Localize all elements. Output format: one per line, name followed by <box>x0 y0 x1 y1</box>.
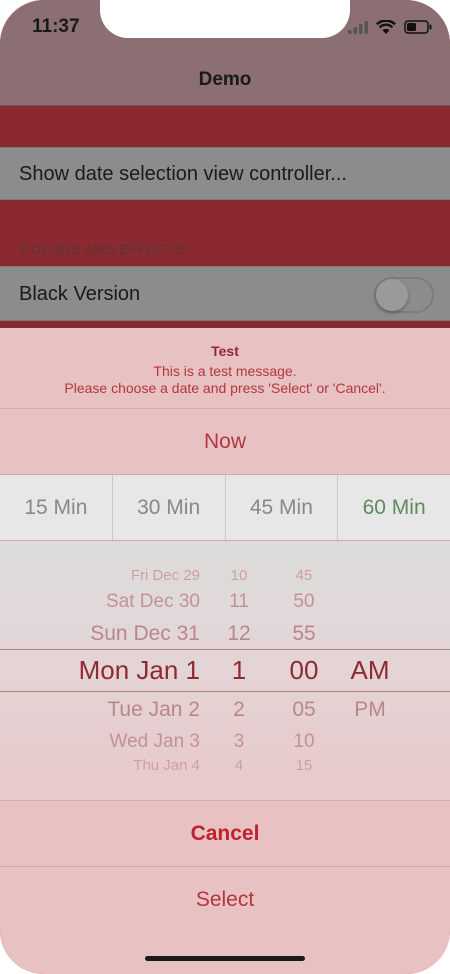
navigation-bar: Demo <box>0 56 450 106</box>
show-date-row[interactable]: Show date selection view controller... <box>0 147 450 200</box>
picker-date-item[interactable]: Thu Jan 4 <box>0 757 200 774</box>
picker-date-item[interactable]: Fri Dec 29 <box>0 567 200 584</box>
notch <box>100 0 350 38</box>
picker-minute-item[interactable]: 10 <box>274 731 334 753</box>
sheet-title: Test <box>211 343 239 359</box>
segment-30-min[interactable]: 30 Min <box>113 475 226 540</box>
show-date-label: Show date selection view controller... <box>19 163 347 185</box>
segment-15-min[interactable]: 15 Min <box>0 475 113 540</box>
picker-minute-item[interactable]: 15 <box>274 757 334 774</box>
picker-minute-item[interactable]: 45 <box>274 567 334 584</box>
picker-hour-item[interactable]: 10 <box>214 567 264 584</box>
picker-date-item[interactable]: Sat Dec 30 <box>0 591 200 613</box>
picker-minute-selected[interactable]: 00 <box>274 655 334 686</box>
black-version-label: Black Version <box>19 283 141 305</box>
picker-hour-item[interactable]: 11 <box>214 591 264 613</box>
black-version-toggle[interactable] <box>374 277 434 313</box>
picker-date-selected[interactable]: Mon Jan 1 <box>0 655 200 686</box>
sheet-message-line2: Please choose a date and press 'Select' … <box>64 380 386 396</box>
segment-60-min[interactable]: 60 Min <box>338 475 450 540</box>
segment-45-min[interactable]: 45 Min <box>226 475 339 540</box>
toggle-knob <box>376 279 408 311</box>
picker-date-item[interactable]: Tue Jan 2 <box>0 698 200 722</box>
picker-minute-item[interactable]: 55 <box>274 622 334 646</box>
home-indicator[interactable] <box>145 956 305 961</box>
now-button[interactable]: Now <box>0 410 450 474</box>
section-spacer <box>0 106 450 148</box>
date-picker[interactable]: Fri Dec 29 Sat Dec 30 Sun Dec 31 Mon Jan… <box>0 541 450 801</box>
picker-hour-item[interactable]: 3 <box>214 731 264 753</box>
battery-icon <box>404 20 432 34</box>
picker-hour-item[interactable]: 12 <box>214 622 264 646</box>
status-icons <box>348 18 432 36</box>
cancel-button[interactable]: Cancel <box>0 800 450 866</box>
picker-minute-item[interactable]: 05 <box>274 698 334 722</box>
divider <box>0 408 450 409</box>
date-selection-sheet: Test This is a test message. Please choo… <box>0 328 450 974</box>
nav-title: Demo <box>198 69 252 90</box>
picker-hour-selected[interactable]: 1 <box>214 655 264 686</box>
select-button[interactable]: Select <box>0 866 450 932</box>
phone-screen: 11:37 Demo Show date selection view cont… <box>0 0 450 974</box>
picker-date-item[interactable]: Wed Jan 3 <box>0 731 200 753</box>
picker-hour-item[interactable]: 2 <box>214 698 264 722</box>
picker-ampm-item[interactable]: PM <box>340 698 400 722</box>
sheet-message-line1: This is a test message. <box>153 363 297 379</box>
cellular-signal-icon <box>348 20 368 34</box>
picker-date-item[interactable]: Sun Dec 31 <box>0 622 200 646</box>
picker-ampm-selected[interactable]: AM <box>340 655 400 686</box>
status-bar: 11:37 <box>0 0 450 56</box>
section-header: COLORS AND EFFECTS <box>20 241 185 257</box>
status-time: 11:37 <box>32 16 80 37</box>
picker-minute-item[interactable]: 50 <box>274 591 334 613</box>
duration-segmented-control: 15 Min 30 Min 45 Min 60 Min <box>0 474 450 541</box>
wifi-icon <box>376 19 396 34</box>
picker-hour-item[interactable]: 4 <box>214 757 264 774</box>
black-version-row[interactable]: Black Version <box>0 266 450 321</box>
